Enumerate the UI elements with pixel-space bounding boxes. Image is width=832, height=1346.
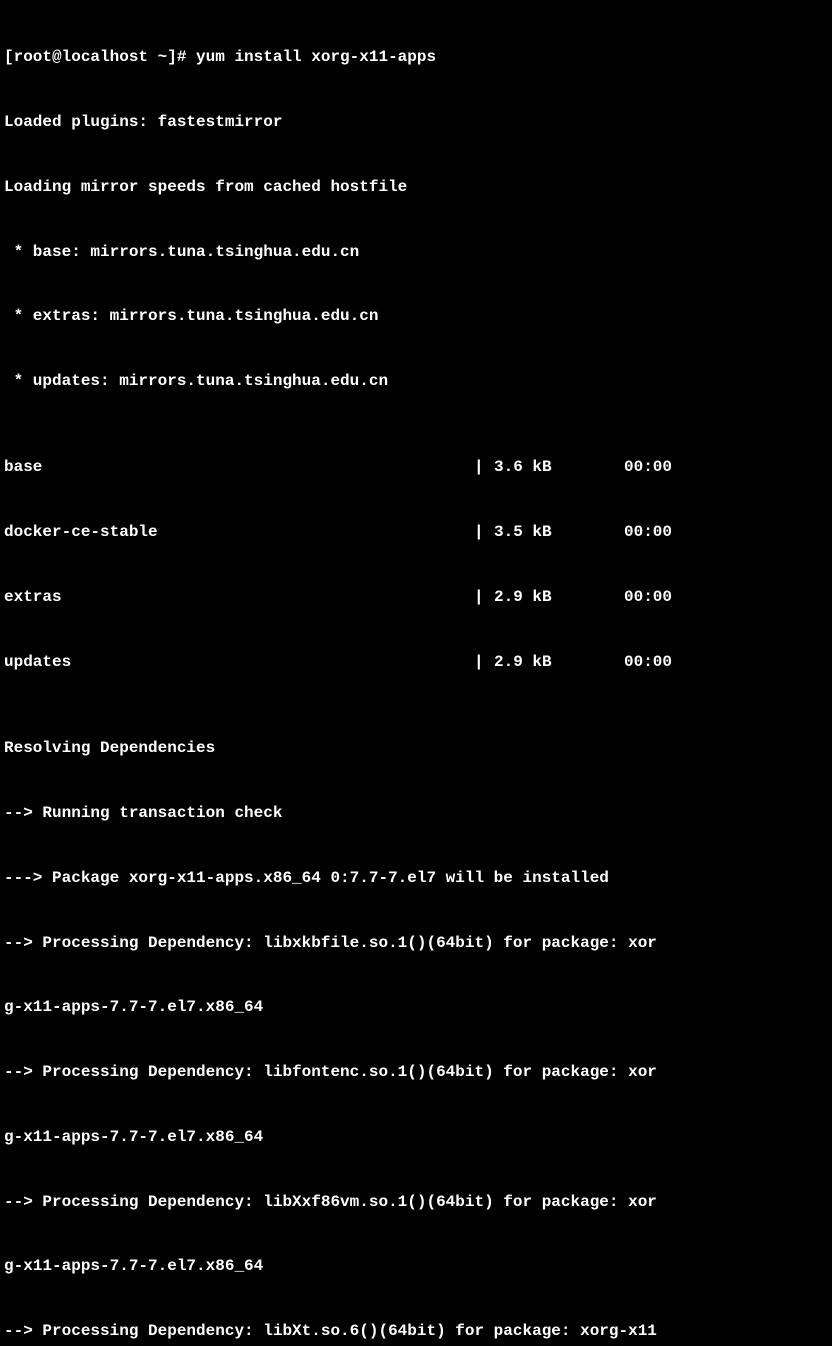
output-line: --> Processing Dependency: libXt.so.6()(… — [4, 1321, 828, 1343]
output-line: * extras: mirrors.tuna.tsinghua.edu.cn — [4, 306, 828, 328]
shell-prompt: [root@localhost ~]# — [4, 48, 196, 66]
repo-name: docker-ce-stable — [4, 522, 474, 544]
output-line: --> Running transaction check — [4, 803, 828, 825]
repo-row: base| 3.6 kB00:00 — [4, 457, 828, 479]
output-line: Resolving Dependencies — [4, 738, 828, 760]
output-line: Loaded plugins: fastestmirror — [4, 112, 828, 134]
terminal-output[interactable]: [root@localhost ~]# yum install xorg-x11… — [4, 4, 828, 1346]
repo-size: 3.5 kB — [494, 522, 624, 544]
pipe-separator: | — [474, 652, 494, 674]
output-line: --> Processing Dependency: libXxf86vm.so… — [4, 1192, 828, 1214]
pipe-separator: | — [474, 587, 494, 609]
repo-name: updates — [4, 652, 474, 674]
command-text: yum install xorg-x11-apps — [196, 48, 436, 66]
output-line: g-x11-apps-7.7-7.el7.x86_64 — [4, 1127, 828, 1149]
repo-time: 00:00 — [624, 457, 672, 479]
output-line: g-x11-apps-7.7-7.el7.x86_64 — [4, 1256, 828, 1278]
repo-size: 3.6 kB — [494, 457, 624, 479]
repo-time: 00:00 — [624, 652, 672, 674]
repo-name: base — [4, 457, 474, 479]
prompt-line: [root@localhost ~]# yum install xorg-x11… — [4, 47, 828, 69]
pipe-separator: | — [474, 522, 494, 544]
output-line: g-x11-apps-7.7-7.el7.x86_64 — [4, 997, 828, 1019]
output-line: * updates: mirrors.tuna.tsinghua.edu.cn — [4, 371, 828, 393]
repo-size: 2.9 kB — [494, 652, 624, 674]
output-line: Loading mirror speeds from cached hostfi… — [4, 177, 828, 199]
repo-row: docker-ce-stable| 3.5 kB00:00 — [4, 522, 828, 544]
repo-name: extras — [4, 587, 474, 609]
repo-row: updates| 2.9 kB00:00 — [4, 652, 828, 674]
output-line: --> Processing Dependency: libfontenc.so… — [4, 1062, 828, 1084]
repo-time: 00:00 — [624, 522, 672, 544]
repo-time: 00:00 — [624, 587, 672, 609]
output-line: * base: mirrors.tuna.tsinghua.edu.cn — [4, 242, 828, 264]
output-line: --> Processing Dependency: libxkbfile.so… — [4, 933, 828, 955]
repo-row: extras| 2.9 kB00:00 — [4, 587, 828, 609]
pipe-separator: | — [474, 457, 494, 479]
repo-size: 2.9 kB — [494, 587, 624, 609]
output-line: ---> Package xorg-x11-apps.x86_64 0:7.7-… — [4, 868, 828, 890]
